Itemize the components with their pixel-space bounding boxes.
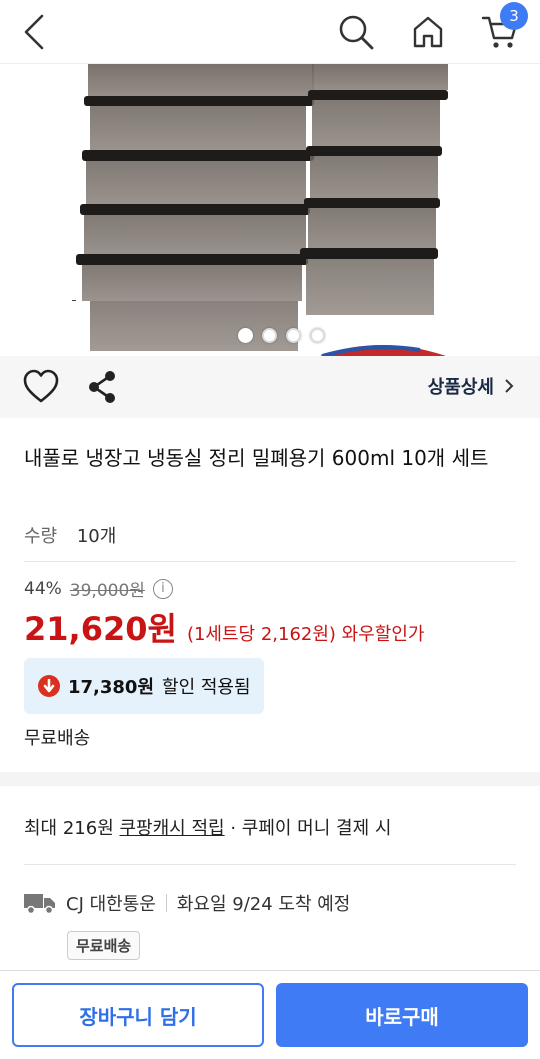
- info-icon[interactable]: i: [152, 578, 173, 599]
- discount-applied-text: 할인 적용됨: [162, 677, 251, 698]
- quantity-label: 수량: [24, 526, 58, 547]
- sale-price: 21,620원: [24, 610, 177, 648]
- free-shipping-badge: 무료배송: [67, 931, 141, 960]
- back-button[interactable]: [12, 10, 56, 54]
- delivery-row: CJ 대한통운 화요일 9/24 도착 예정: [24, 890, 350, 916]
- price-row: 21,620원 (1세트당 2,162원) 와우할인가: [24, 604, 424, 650]
- wishlist-button[interactable]: [22, 368, 60, 406]
- arrow-down-icon: [38, 675, 60, 697]
- truck-icon: [24, 894, 55, 915]
- original-price: 39,000원: [69, 581, 145, 601]
- gallery-dot[interactable]: [286, 328, 301, 343]
- unit-price-note: (1세트당 2,162원) 와우할인가: [186, 624, 425, 645]
- chevron-right-icon: [505, 379, 514, 393]
- product-detail-label: 상품상세: [427, 377, 494, 398]
- quantity-row: 수량 10개: [24, 522, 116, 548]
- discount-row: 44% 39,000원 i: [24, 576, 173, 601]
- share-icon: [89, 371, 115, 403]
- divider: [24, 561, 516, 562]
- cart-button[interactable]: 3: [478, 2, 528, 54]
- back-arrow-icon: [24, 14, 44, 50]
- search-icon: [339, 15, 374, 50]
- product-detail-link[interactable]: 상품상세: [428, 373, 514, 399]
- product-title: 내풀로 냉장고 냉동실 정리 밀폐용기 600ml 10개 세트: [24, 446, 489, 470]
- cash-reward-suffix: · 쿠페이 머니 결제 시: [230, 818, 392, 839]
- divider: [24, 864, 516, 865]
- discount-applied-banner: 17,380원 할인 적용됨: [24, 658, 264, 714]
- coupang-cash-link[interactable]: 쿠팡캐시 적립: [120, 818, 225, 839]
- discount-amount: 17,380원: [68, 677, 155, 698]
- divider: [165, 894, 167, 912]
- purchase-bar: 장바구니 담기 바로구매: [0, 970, 540, 1059]
- gallery-dot[interactable]: [262, 328, 277, 343]
- gallery-dot[interactable]: [238, 328, 253, 343]
- delivery-eta: 화요일 9/24 도착 예정: [176, 894, 351, 915]
- top-header: 3: [0, 0, 540, 64]
- heart-icon: [23, 369, 59, 403]
- section-divider: [0, 772, 540, 786]
- product-actions-bar: 상품상세: [0, 356, 540, 418]
- carrier-name: CJ 대한통운: [66, 894, 156, 915]
- shipping-info: 무료배송: [24, 728, 91, 749]
- home-button[interactable]: [406, 10, 450, 54]
- add-to-cart-button[interactable]: 장바구니 담기: [12, 983, 264, 1047]
- home-icon: [413, 16, 443, 48]
- cash-reward-row: 최대 216원 쿠팡캐시 적립 · 쿠페이 머니 결제 시: [24, 814, 391, 840]
- share-button[interactable]: [86, 368, 118, 406]
- cart-count-badge: 3: [500, 2, 528, 30]
- cash-reward-prefix: 최대 216원: [24, 818, 114, 839]
- product-image: [72, 64, 448, 356]
- gallery-dot[interactable]: [310, 328, 325, 343]
- quantity-value: 10개: [76, 526, 117, 547]
- product-image-gallery[interactable]: [0, 64, 540, 356]
- search-button[interactable]: [334, 10, 378, 54]
- gallery-pagination: [238, 328, 325, 343]
- discount-percent: 44%: [24, 578, 62, 599]
- buy-now-button[interactable]: 바로구매: [276, 983, 528, 1047]
